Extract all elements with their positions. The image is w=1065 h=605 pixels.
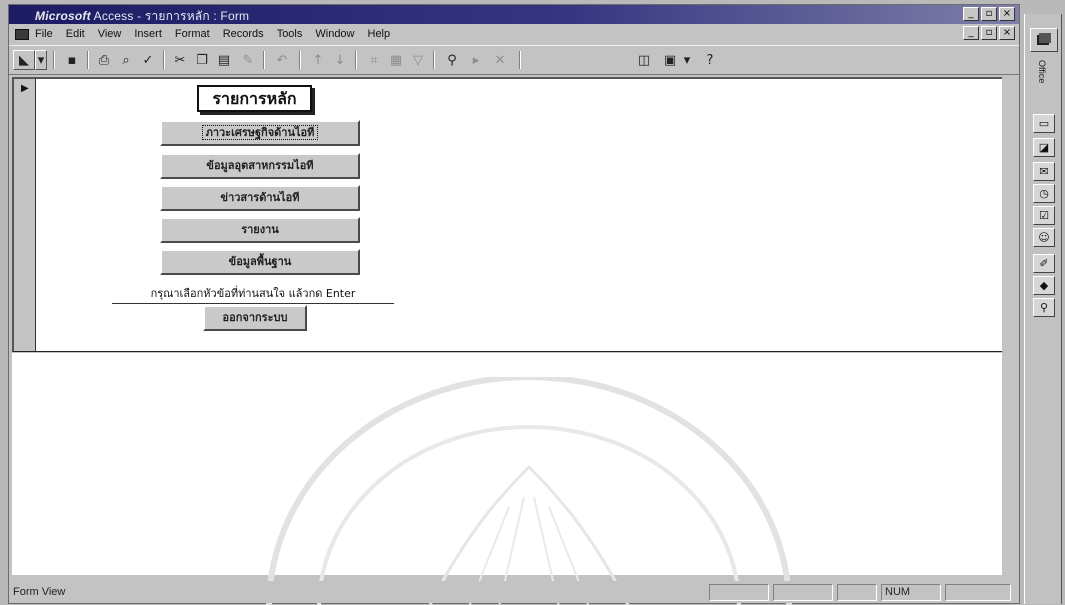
help-icon[interactable]: ? bbox=[699, 50, 721, 70]
form-title-label: รายการหลัก bbox=[197, 85, 312, 112]
note-icon[interactable]: ◆ bbox=[1033, 276, 1055, 295]
office-logo-icon bbox=[1037, 33, 1051, 45]
report-button[interactable]: รายงาน bbox=[160, 217, 360, 243]
num-lock-indicator: NUM bbox=[881, 584, 941, 601]
form-empty-area bbox=[12, 353, 1002, 575]
menu-view[interactable]: View bbox=[98, 28, 122, 40]
status-panel bbox=[773, 584, 833, 601]
form-restore-button[interactable]: ▫ bbox=[981, 26, 997, 40]
it-news-button[interactable]: ข่าวสารด้านไอที bbox=[160, 185, 360, 211]
record-selector[interactable]: ▶ bbox=[14, 79, 36, 351]
toolbar-separator bbox=[519, 51, 521, 69]
find-icon[interactable]: ⚲ bbox=[441, 50, 463, 70]
database-window-icon[interactable]: ◫ bbox=[633, 50, 655, 70]
form-detail-section: ▶ รายการหลัก ภาวะเศรษฐกิจด้านไอที ข้อมูล… bbox=[12, 77, 1002, 352]
close-button[interactable]: × bbox=[999, 7, 1015, 21]
status-panel bbox=[945, 584, 1011, 601]
it-industry-button[interactable]: ข้อมูลอุตสาหกรรมไอที bbox=[160, 153, 360, 179]
restore-button[interactable]: ▫ bbox=[981, 7, 997, 21]
sort-descending-icon[interactable]: ↓ bbox=[329, 50, 351, 70]
cut-icon[interactable]: ✂ bbox=[169, 50, 191, 70]
office-menu-button[interactable] bbox=[1030, 28, 1058, 52]
toolbar-separator bbox=[355, 51, 357, 69]
format-painter-icon[interactable]: ✎ bbox=[237, 50, 259, 70]
window-controls: _ ▫ × bbox=[963, 7, 1015, 21]
title-bar: Microsoft Access - รายการหลัก : Form _ ▫… bbox=[9, 5, 1019, 24]
menu-bar: File Edit View Insert Format Records Too… bbox=[9, 25, 1019, 43]
apply-filter-icon[interactable]: ▽ bbox=[407, 50, 429, 70]
form-view-toolbar: ◣ ▾ ▪ ⎙ ⌕ ✓ ✂ ❐ ▤ ✎ ↶ ↑ ↓ ⌗ ▦ ▽ ⚲ ▸ ✕ ◫ … bbox=[9, 45, 1019, 75]
form-document-icon[interactable] bbox=[15, 28, 29, 40]
undo-icon[interactable]: ↶ bbox=[271, 50, 293, 70]
filter-by-form-icon[interactable]: ▦ bbox=[385, 50, 407, 70]
toolbar-separator bbox=[53, 51, 55, 69]
new-object-dropdown-icon[interactable]: ▾ bbox=[681, 50, 693, 70]
menu-format[interactable]: Format bbox=[175, 28, 210, 40]
toolbar-separator bbox=[163, 51, 165, 69]
dropdown-icon[interactable]: ▾ bbox=[35, 50, 47, 70]
office-label: Office bbox=[1037, 60, 1047, 84]
new-document-icon[interactable]: ▭ bbox=[1033, 114, 1055, 133]
contact-icon[interactable]: ☺ bbox=[1033, 228, 1055, 247]
delete-record-icon[interactable]: ✕ bbox=[489, 50, 511, 70]
send-message-icon[interactable]: ✉ bbox=[1033, 162, 1055, 181]
menu-window[interactable]: Window bbox=[315, 28, 354, 40]
answer-wizard-icon[interactable]: ⚲ bbox=[1033, 298, 1055, 317]
form-close-button[interactable]: × bbox=[999, 26, 1015, 40]
title-rest: Access - รายการหลัก : Form bbox=[90, 9, 250, 23]
toolbar-separator bbox=[263, 51, 265, 69]
status-bar: Form View NUM bbox=[9, 581, 1019, 603]
new-object-icon[interactable]: ▣ bbox=[659, 50, 681, 70]
it-economy-button-label: ภาวะเศรษฐกิจด้านไอที bbox=[201, 125, 319, 140]
add-task-icon[interactable]: ☑ bbox=[1033, 206, 1055, 225]
spelling-icon[interactable]: ✓ bbox=[137, 50, 159, 70]
status-panel bbox=[837, 584, 877, 601]
toolbar-separator bbox=[87, 51, 89, 69]
schedule-icon[interactable]: ◷ bbox=[1033, 184, 1055, 203]
view-icon[interactable]: ◣ bbox=[13, 50, 35, 70]
form-window-controls: _ ▫ × bbox=[963, 26, 1015, 40]
access-window: Microsoft Access - รายการหลัก : Form _ ▫… bbox=[8, 4, 1020, 605]
menu-help[interactable]: Help bbox=[368, 28, 391, 40]
filter-by-selection-icon[interactable]: ⌗ bbox=[363, 50, 385, 70]
toolbar-separator bbox=[433, 51, 435, 69]
basic-data-button[interactable]: ข้อมูลพื้นฐาน bbox=[160, 249, 360, 275]
it-economy-button[interactable]: ภาวะเศรษฐกิจด้านไอที bbox=[160, 120, 360, 146]
instruction-label: กรุณาเลือกหัวข้อที่ท่านสนใจ แล้วกด Enter bbox=[112, 284, 394, 304]
exit-system-button[interactable]: ออกจากระบบ bbox=[203, 305, 307, 331]
menu-tools[interactable]: Tools bbox=[277, 28, 303, 40]
window-title: Microsoft Access - รายการหลัก : Form bbox=[35, 7, 249, 26]
print-icon[interactable]: ⎙ bbox=[93, 50, 115, 70]
toolbar-separator bbox=[299, 51, 301, 69]
office-shortcut-bar: Office ▭ ◪ ✉ ◷ ☑ ☺ ✐ ◆ ⚲ bbox=[1024, 14, 1062, 604]
open-document-icon[interactable]: ◪ bbox=[1033, 138, 1055, 157]
minimize-button[interactable]: _ bbox=[963, 7, 979, 21]
copy-icon[interactable]: ❐ bbox=[191, 50, 213, 70]
menu-file[interactable]: File bbox=[35, 28, 53, 40]
sort-ascending-icon[interactable]: ↑ bbox=[307, 50, 329, 70]
status-panel bbox=[709, 584, 769, 601]
journal-icon[interactable]: ✐ bbox=[1033, 254, 1055, 273]
current-record-arrow-icon: ▶ bbox=[21, 83, 29, 94]
title-brand: Microsoft bbox=[35, 9, 91, 23]
menu-insert[interactable]: Insert bbox=[134, 28, 162, 40]
new-record-icon[interactable]: ▸ bbox=[465, 50, 487, 70]
form-minimize-button[interactable]: _ bbox=[963, 26, 979, 40]
status-mode-text: Form View bbox=[13, 586, 66, 598]
paste-icon[interactable]: ▤ bbox=[213, 50, 235, 70]
print-preview-icon[interactable]: ⌕ bbox=[115, 50, 137, 70]
save-icon[interactable]: ▪ bbox=[61, 50, 83, 70]
menu-edit[interactable]: Edit bbox=[66, 28, 85, 40]
menu-records[interactable]: Records bbox=[223, 28, 264, 40]
